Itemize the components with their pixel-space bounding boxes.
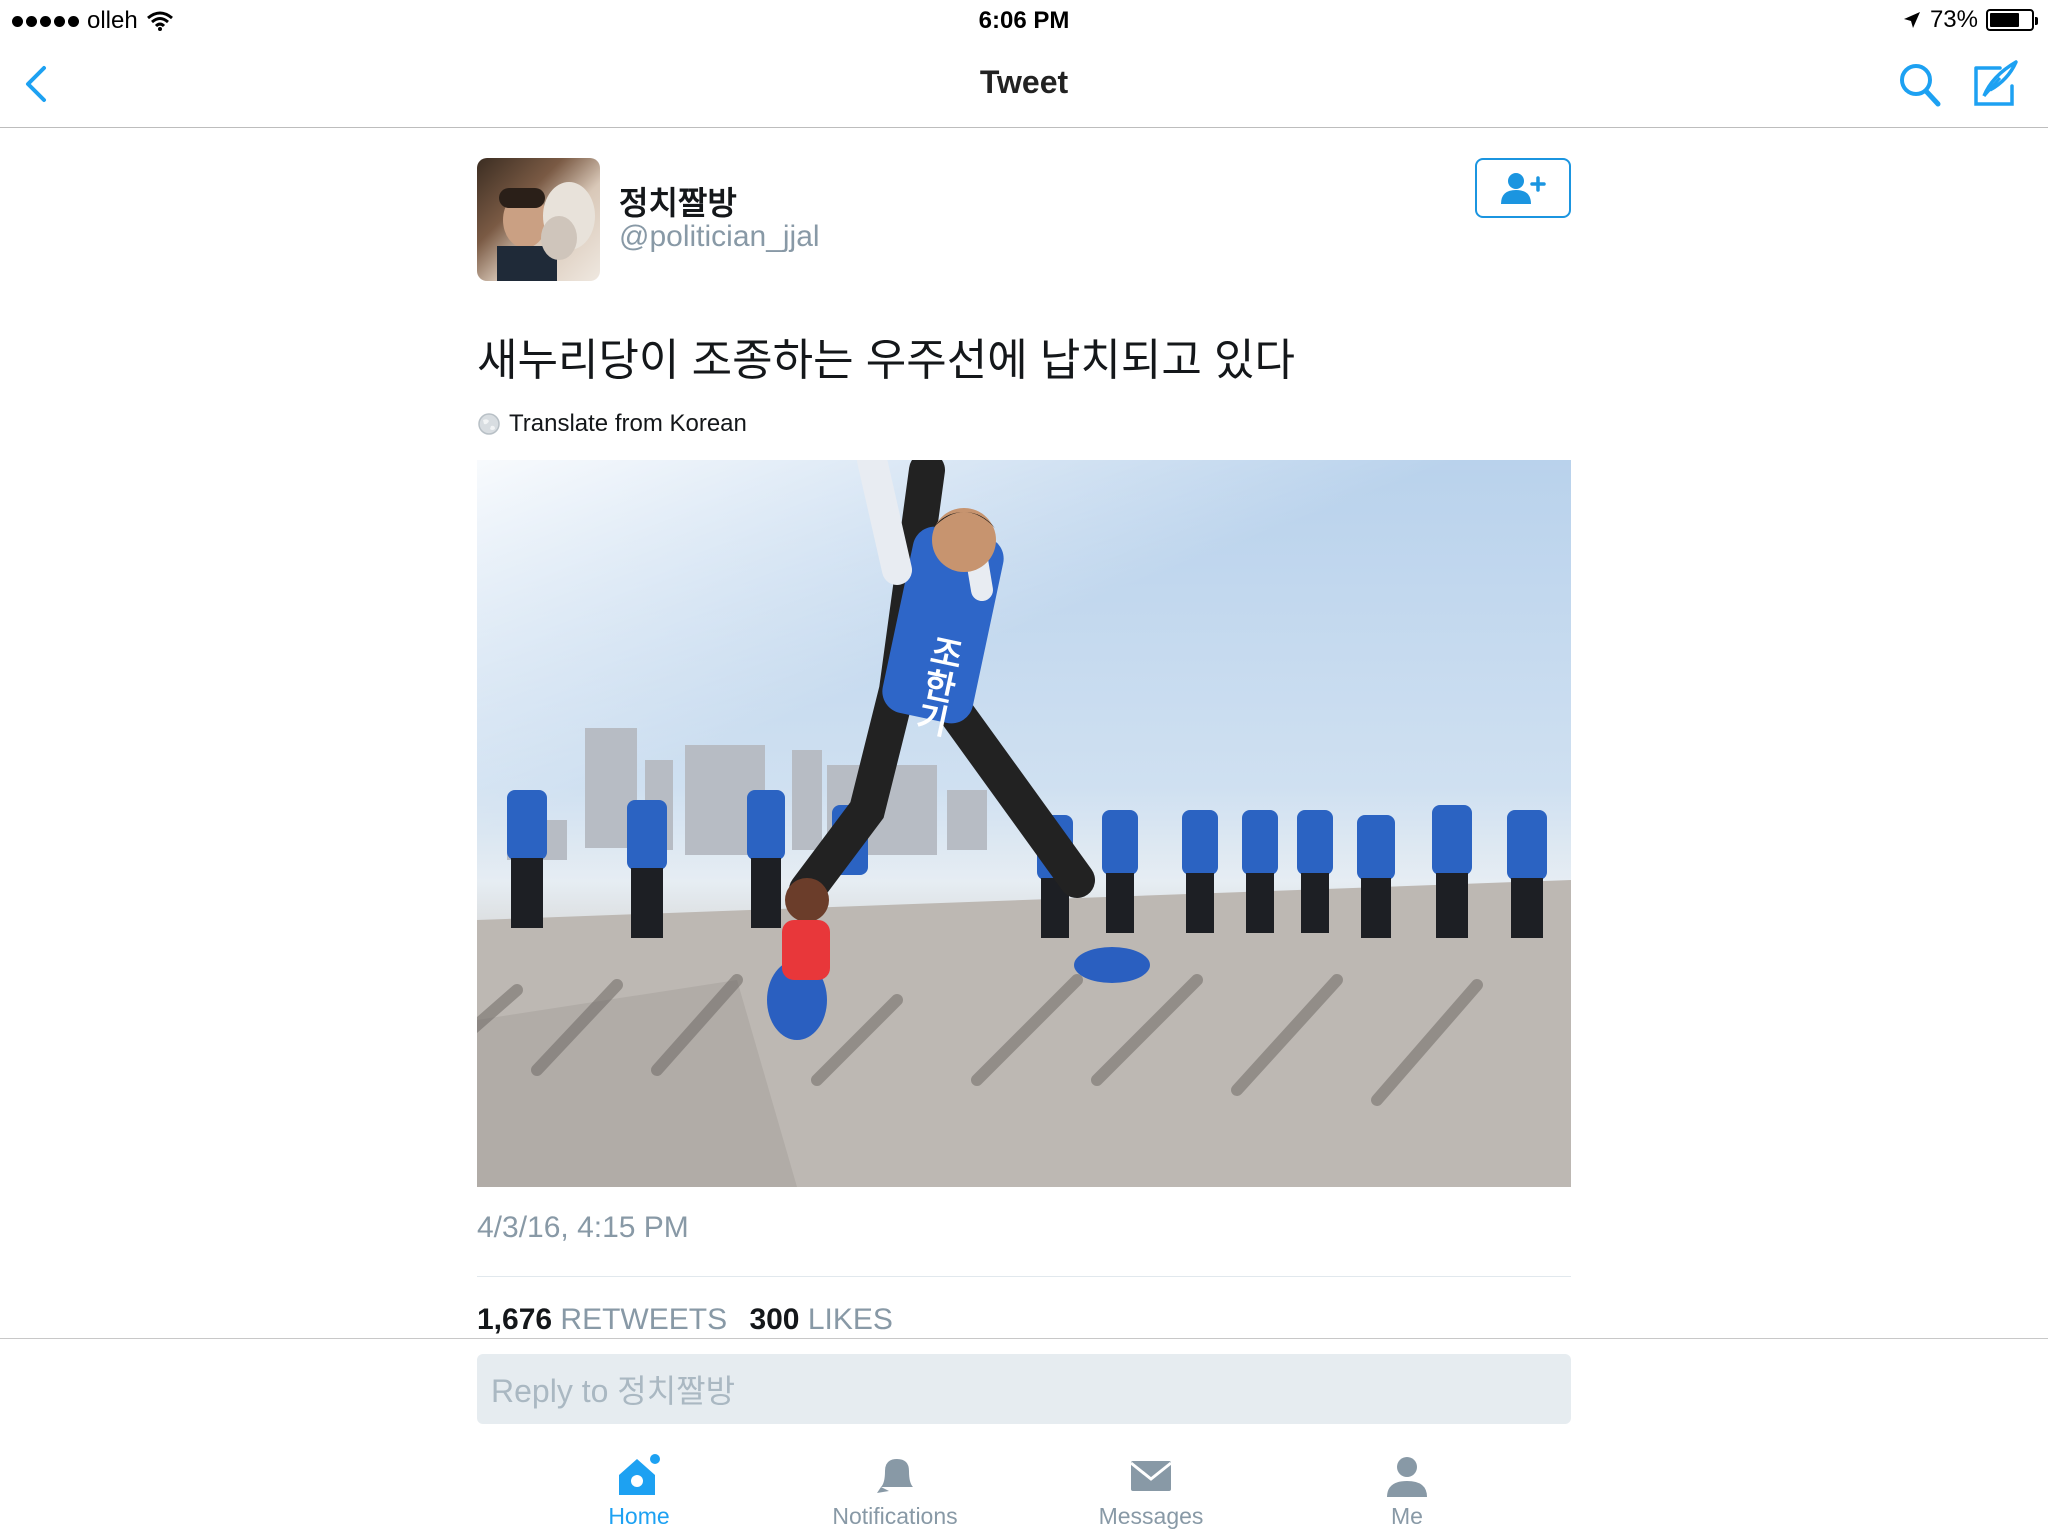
status-time: 6:06 PM bbox=[978, 7, 1070, 34]
tab-messages-label: Messages bbox=[1098, 1503, 1204, 1529]
tweet-text: 새누리당이 조종하는 우주선에 납치되고 있다 bbox=[477, 336, 1296, 385]
compose-tweet-icon[interactable] bbox=[1970, 58, 2022, 110]
tweet-stats: 1,676 RETWEETS 300 LIKES bbox=[477, 1303, 907, 1337]
translate-link[interactable]: Translate from Korean bbox=[477, 410, 747, 438]
tab-notifications-label: Notifications bbox=[832, 1503, 958, 1529]
likes-count[interactable]: 300 bbox=[749, 1303, 799, 1336]
tab-me-label: Me bbox=[1391, 1503, 1423, 1529]
reply-placeholder: Reply to 정치짤방 bbox=[491, 1373, 736, 1409]
battery-percent: 73% bbox=[1929, 6, 1978, 33]
home-icon bbox=[619, 1454, 660, 1495]
nav-bar: Tweet bbox=[0, 40, 2048, 128]
tweet-photo[interactable]: 조한기 bbox=[477, 460, 1571, 1187]
search-icon[interactable] bbox=[1896, 58, 1944, 110]
tab-me[interactable]: Me bbox=[1327, 1453, 1487, 1530]
tab-messages[interactable]: Messages bbox=[1071, 1453, 1231, 1530]
add-user-icon bbox=[1501, 173, 1546, 204]
bell-icon bbox=[877, 1459, 913, 1493]
photo-scene: 조한기 bbox=[477, 460, 1571, 1187]
person-icon bbox=[1387, 1457, 1427, 1497]
translate-label: Translate from Korean bbox=[509, 410, 747, 437]
globe-icon bbox=[478, 413, 500, 435]
tweet-timestamp: 4/3/16, 4:15 PM bbox=[477, 1211, 689, 1244]
battery-icon bbox=[1986, 9, 2038, 31]
divider bbox=[477, 1276, 1571, 1277]
battery-fill bbox=[1990, 13, 2020, 27]
reply-input[interactable]: Reply to 정치짤방 bbox=[477, 1354, 1571, 1424]
retweets-label[interactable]: RETWEETS bbox=[560, 1303, 727, 1336]
user-display-name[interactable]: 정치짤방 bbox=[619, 178, 737, 224]
user-handle[interactable]: @politician_jjal bbox=[619, 220, 820, 254]
avatar-image bbox=[497, 182, 595, 281]
tab-notifications[interactable]: Notifications bbox=[815, 1453, 975, 1530]
tab-home-label: Home bbox=[608, 1503, 670, 1529]
status-bar: olleh 6:06 PM 73% bbox=[0, 0, 2048, 40]
tab-home[interactable]: Home bbox=[559, 1453, 719, 1530]
retweets-count[interactable]: 1,676 bbox=[477, 1303, 552, 1336]
location-arrow-icon bbox=[1903, 12, 1920, 28]
status-right: 73% bbox=[1902, 6, 2038, 34]
likes-label[interactable]: LIKES bbox=[808, 1303, 893, 1336]
avatar[interactable] bbox=[477, 158, 600, 281]
follow-button[interactable] bbox=[1475, 158, 1571, 218]
page-title: Tweet bbox=[979, 64, 1069, 100]
bottom-area: Reply to 정치짤방 Home Notifications Message… bbox=[0, 1338, 2048, 1536]
envelope-icon bbox=[1130, 1461, 1172, 1491]
